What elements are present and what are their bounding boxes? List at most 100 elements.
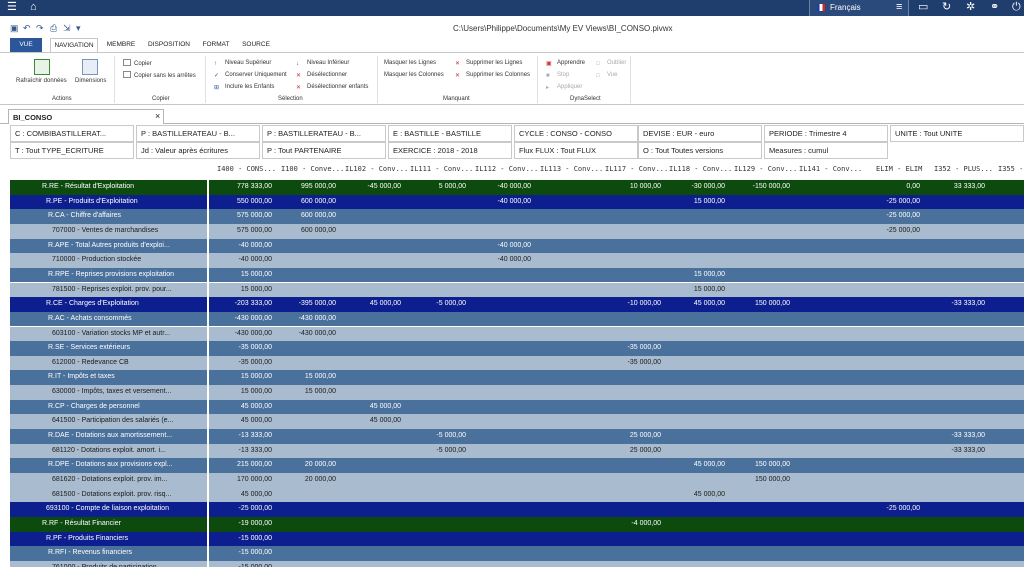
data-cell[interactable] (860, 370, 920, 384)
dimensions-icon[interactable] (82, 59, 98, 75)
row-label[interactable]: 641500 - Participation des salariés (e..… (10, 414, 207, 428)
data-cell[interactable]: 15 000,00 (665, 283, 725, 297)
export-icon[interactable]: ⇲ (63, 23, 71, 34)
data-cell[interactable]: 45 000,00 (665, 488, 725, 502)
tab-navigation[interactable]: NAVIGATION (50, 38, 98, 52)
data-cell[interactable] (990, 502, 1024, 516)
data-cell[interactable]: -40 000,00 (471, 180, 531, 194)
data-cell[interactable] (795, 356, 855, 370)
data-cell[interactable] (860, 341, 920, 355)
data-cell[interactable] (276, 546, 336, 560)
data-cell[interactable]: -35 000,00 (212, 341, 272, 355)
data-cell[interactable]: 15 000,00 (212, 268, 272, 282)
data-cell[interactable]: 5 000,00 (406, 180, 466, 194)
filter-exercice[interactable]: EXERCICE : 2018 - 2018 (388, 142, 512, 159)
data-cell[interactable]: -430 000,00 (212, 312, 272, 326)
row-label[interactable]: R.RPE - Reprises provisions exploitation (10, 268, 207, 282)
data-cell[interactable]: 150 000,00 (730, 297, 790, 311)
data-cell[interactable] (536, 473, 596, 487)
quick-access-dropdown-icon[interactable]: ▾ (76, 23, 81, 34)
table-row[interactable]: R.SE - Services extérieurs -35 000,00 -35 … (10, 341, 1024, 357)
table-row[interactable]: 630000 - Impôts, taxes et versement... 15… (10, 385, 1024, 401)
filter-p2[interactable]: P : BASTILLERATEAU - B... (262, 125, 386, 142)
data-cell[interactable] (406, 224, 466, 238)
row-label[interactable]: R.RE - Résultat d'Exploitation (10, 180, 207, 194)
data-cell[interactable] (990, 195, 1024, 209)
filter-unite[interactable]: UNITE : Tout UNITE (890, 125, 1024, 142)
data-cell[interactable] (406, 312, 466, 326)
data-cell[interactable]: 20 000,00 (276, 458, 336, 472)
data-cell[interactable] (925, 341, 985, 355)
data-cell[interactable] (795, 209, 855, 223)
data-cell[interactable] (860, 532, 920, 546)
table-row[interactable]: 612000 - Redevance CB -35 000,00 -35 000,0… (10, 355, 1024, 371)
table-row[interactable]: R.DPE - Dotations aux provisions expl...… (10, 458, 1024, 474)
data-cell[interactable] (536, 356, 596, 370)
data-cell[interactable]: 10 000,00 (601, 180, 661, 194)
table-row[interactable]: 761000 - Produits de participation -15 00… (10, 560, 1024, 567)
level-down-button[interactable]: ↓ Niveau Inférieur (296, 59, 349, 68)
data-cell[interactable] (471, 385, 531, 399)
table-row[interactable]: 681500 - Dotations exploit. prov. risq..… (10, 487, 1024, 503)
data-cell[interactable] (990, 239, 1024, 253)
data-cell[interactable] (730, 224, 790, 238)
include-children-button[interactable]: ⊞ Inclure les Enfants (214, 83, 274, 92)
data-cell[interactable]: 45 000,00 (341, 414, 401, 428)
column-header[interactable]: IL112 - Conv... (475, 165, 538, 173)
row-label[interactable]: R.SE - Services extérieurs (10, 341, 207, 355)
data-cell[interactable] (471, 370, 531, 384)
data-cell[interactable] (276, 444, 336, 458)
data-cell[interactable] (536, 414, 596, 428)
data-cell[interactable]: 0,00 (860, 180, 920, 194)
table-row[interactable]: 710000 - Production stockée -40 000,00 -40… (10, 253, 1024, 269)
data-cell[interactable] (990, 444, 1024, 458)
data-cell[interactable] (665, 502, 725, 516)
data-cell[interactable] (990, 488, 1024, 502)
row-label[interactable]: 707000 - Ventes de marchandises (10, 224, 207, 238)
table-row[interactable]: R.RF - Résultat Financier -19 000,00 -4 00… (10, 516, 1024, 532)
data-cell[interactable] (665, 561, 725, 567)
data-cell[interactable] (860, 327, 920, 341)
row-label[interactable]: 681120 - Dotations exploit. amort. i... (10, 444, 207, 458)
data-cell[interactable] (536, 209, 596, 223)
data-cell[interactable] (795, 268, 855, 282)
data-cell[interactable] (536, 458, 596, 472)
data-cell[interactable] (990, 385, 1024, 399)
data-cell[interactable] (536, 283, 596, 297)
data-cell[interactable]: 995 000,00 (276, 180, 336, 194)
data-cell[interactable] (990, 561, 1024, 567)
row-label[interactable]: 681620 - Dotations exploit. prov. im... (10, 473, 207, 487)
data-cell[interactable] (990, 370, 1024, 384)
data-cell[interactable] (406, 356, 466, 370)
data-cell[interactable] (276, 341, 336, 355)
data-cell[interactable] (276, 239, 336, 253)
data-cell[interactable] (536, 429, 596, 443)
data-cell[interactable] (925, 312, 985, 326)
data-cell[interactable]: -25 000,00 (860, 195, 920, 209)
data-cell[interactable] (601, 327, 661, 341)
data-cell[interactable] (990, 312, 1024, 326)
copy-without-edges-button[interactable]: Copier sans les arrêtes (123, 71, 196, 81)
data-cell[interactable] (341, 341, 401, 355)
data-cell[interactable] (471, 444, 531, 458)
data-cell[interactable] (730, 283, 790, 297)
data-cell[interactable]: -15 000,00 (212, 561, 272, 567)
data-cell[interactable]: -40 000,00 (471, 195, 531, 209)
data-cell[interactable] (276, 488, 336, 502)
tab-source[interactable]: SOURCE (239, 38, 273, 52)
data-cell[interactable] (860, 517, 920, 531)
data-cell[interactable] (925, 488, 985, 502)
data-cell[interactable] (341, 517, 401, 531)
data-cell[interactable]: -45 000,00 (341, 180, 401, 194)
data-cell[interactable] (406, 532, 466, 546)
data-cell[interactable] (730, 502, 790, 516)
table-row[interactable]: R.PF - Produits Financiers -15 000,00 -15 (10, 531, 1024, 547)
data-cell[interactable] (471, 312, 531, 326)
data-cell[interactable] (860, 488, 920, 502)
data-cell[interactable] (601, 268, 661, 282)
filter-periode[interactable]: PERIODE : Trimestre 4 (764, 125, 888, 142)
data-cell[interactable] (471, 488, 531, 502)
data-cell[interactable] (471, 341, 531, 355)
data-cell[interactable]: -4 000,00 (601, 517, 661, 531)
data-cell[interactable] (990, 458, 1024, 472)
